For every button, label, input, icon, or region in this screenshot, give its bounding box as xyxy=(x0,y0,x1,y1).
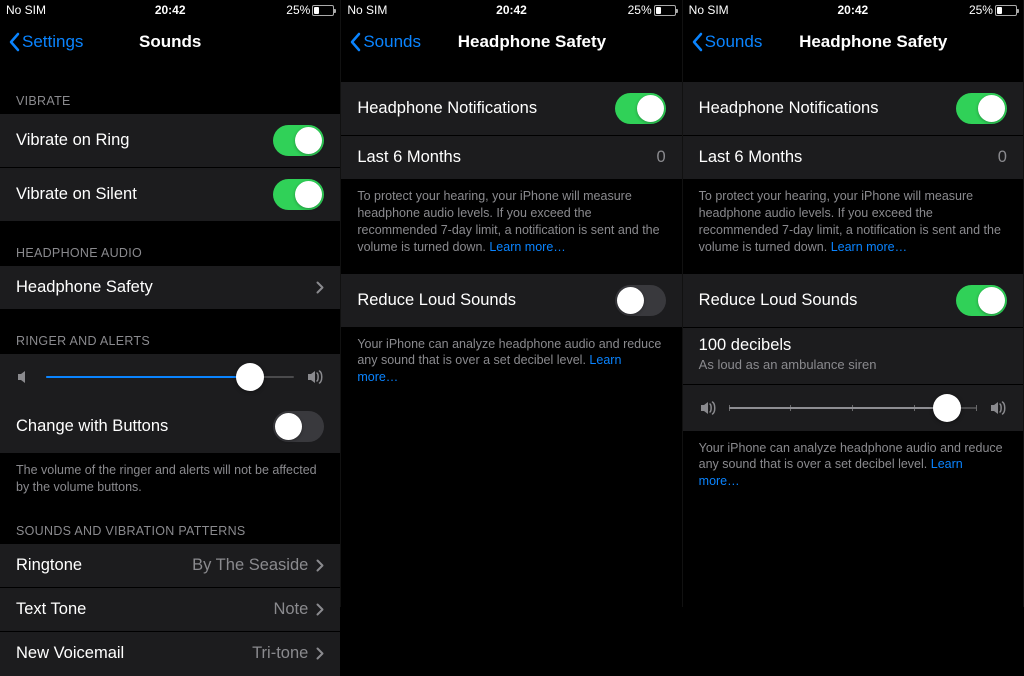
panel-headphone-safety-off: No SIM 20:42 25% Sounds Headphone Safety… xyxy=(341,0,682,607)
cell-value: 0 xyxy=(656,148,665,167)
toggle-vibrate-ring[interactable] xyxy=(273,125,324,156)
row-headphone-notifications[interactable]: Headphone Notifications xyxy=(341,82,681,136)
status-bar: No SIM 20:42 25% xyxy=(341,0,681,20)
panel-headphone-safety-on: No SIM 20:42 25% Sounds Headphone Safety… xyxy=(683,0,1024,607)
toggle-vibrate-silent[interactable] xyxy=(273,179,324,210)
cell-label: Last 6 Months xyxy=(357,148,461,167)
row-new-voicemail[interactable]: New Voicemail Tri-tone xyxy=(0,632,340,676)
cell-label: Headphone Notifications xyxy=(699,99,879,118)
chevron-right-icon xyxy=(316,281,324,294)
row-reduce-loud-sounds[interactable]: Reduce Loud Sounds xyxy=(683,274,1023,328)
decibel-title: 100 decibels xyxy=(699,336,1007,355)
battery-icon xyxy=(312,5,334,16)
footer-notifications: To protect your hearing, your iPhone wil… xyxy=(341,180,681,260)
cell-label: Last 6 Months xyxy=(699,148,803,167)
panel-sounds: No SIM 20:42 25% Settings Sounds VIBRATE… xyxy=(0,0,341,607)
status-time: 20:42 xyxy=(496,3,527,17)
toggle-headphone-notifications[interactable] xyxy=(615,93,666,124)
chevron-right-icon xyxy=(316,603,324,616)
status-sim: No SIM xyxy=(347,3,407,17)
chevron-left-icon xyxy=(691,32,703,52)
section-header-headphone-audio: HEADPHONE AUDIO xyxy=(0,222,340,266)
cell-label: Headphone Safety xyxy=(16,278,153,297)
section-header-patterns: SOUNDS AND VIBRATION PATTERNS xyxy=(0,500,340,544)
learn-more-link[interactable]: Learn more… xyxy=(489,240,565,254)
decibel-subtitle: As loud as an ambulance siren xyxy=(699,357,1007,372)
cell-value: 0 xyxy=(998,148,1007,167)
row-last-6-months[interactable]: Last 6 Months 0 xyxy=(683,136,1023,180)
page-title: Sounds xyxy=(139,32,201,52)
cell-label: Text Tone xyxy=(16,600,86,619)
status-battery: 25% xyxy=(274,3,334,17)
back-button[interactable]: Sounds xyxy=(349,32,421,52)
learn-more-link[interactable]: Learn more… xyxy=(831,240,907,254)
back-button[interactable]: Settings xyxy=(8,32,83,52)
back-label: Settings xyxy=(22,32,83,52)
status-time: 20:42 xyxy=(837,3,868,17)
footer-notifications: To protect your hearing, your iPhone wil… xyxy=(683,180,1023,260)
decibel-slider[interactable] xyxy=(729,407,977,409)
footer-reduce: Your iPhone can analyze headphone audio … xyxy=(341,328,681,391)
row-change-with-buttons[interactable]: Change with Buttons xyxy=(0,400,340,454)
status-sim: No SIM xyxy=(689,3,749,17)
status-time: 20:42 xyxy=(155,3,186,17)
page-title: Headphone Safety xyxy=(799,32,947,52)
nav-bar: Settings Sounds xyxy=(0,20,340,64)
cell-label: Reduce Loud Sounds xyxy=(699,291,858,310)
cell-label: Reduce Loud Sounds xyxy=(357,291,516,310)
nav-bar: Sounds Headphone Safety xyxy=(341,20,681,64)
speaker-high-icon xyxy=(306,368,324,386)
cell-label: Vibrate on Ring xyxy=(16,131,129,150)
chevron-right-icon xyxy=(316,647,324,660)
speaker-low-icon xyxy=(699,399,717,417)
row-ringer-slider[interactable] xyxy=(0,354,340,400)
row-reduce-loud-sounds[interactable]: Reduce Loud Sounds xyxy=(341,274,681,328)
status-sim: No SIM xyxy=(6,3,66,17)
cell-label: Headphone Notifications xyxy=(357,99,537,118)
back-button[interactable]: Sounds xyxy=(691,32,763,52)
speaker-low-icon xyxy=(16,368,34,386)
row-ringtone[interactable]: Ringtone By The Seaside xyxy=(0,544,340,588)
status-battery: 25% xyxy=(616,3,676,17)
speaker-high-icon xyxy=(989,399,1007,417)
status-bar: No SIM 20:42 25% xyxy=(0,0,340,20)
cell-label: Ringtone xyxy=(16,556,82,575)
footer-ringer: The volume of the ringer and alerts will… xyxy=(0,454,340,500)
toggle-reduce-loud-sounds[interactable] xyxy=(956,285,1007,316)
row-last-6-months[interactable]: Last 6 Months 0 xyxy=(341,136,681,180)
status-battery: 25% xyxy=(957,3,1017,17)
toggle-change-with-buttons[interactable] xyxy=(273,411,324,442)
toggle-headphone-notifications[interactable] xyxy=(956,93,1007,124)
section-header-vibrate: VIBRATE xyxy=(0,64,340,114)
row-headphone-notifications[interactable]: Headphone Notifications xyxy=(683,82,1023,136)
page-title: Headphone Safety xyxy=(458,32,606,52)
row-decibel-value: 100 decibels As loud as an ambulance sir… xyxy=(683,328,1023,385)
cell-label: Vibrate on Silent xyxy=(16,185,137,204)
section-header-ringer-alerts: RINGER AND ALERTS xyxy=(0,310,340,354)
ringer-volume-slider[interactable] xyxy=(46,376,294,378)
cell-label: Change with Buttons xyxy=(16,417,168,436)
row-text-tone[interactable]: Text Tone Note xyxy=(0,588,340,632)
back-label: Sounds xyxy=(705,32,763,52)
row-headphone-safety[interactable]: Headphone Safety xyxy=(0,266,340,310)
nav-bar: Sounds Headphone Safety xyxy=(683,20,1023,64)
battery-icon xyxy=(654,5,676,16)
footer-reduce: Your iPhone can analyze headphone audio … xyxy=(683,432,1023,495)
battery-icon xyxy=(995,5,1017,16)
row-decibel-slider[interactable] xyxy=(683,385,1023,432)
row-vibrate-silent[interactable]: Vibrate on Silent xyxy=(0,168,340,222)
status-bar: No SIM 20:42 25% xyxy=(683,0,1023,20)
chevron-left-icon xyxy=(8,32,20,52)
chevron-left-icon xyxy=(349,32,361,52)
chevron-right-icon xyxy=(316,559,324,572)
row-vibrate-ring[interactable]: Vibrate on Ring xyxy=(0,114,340,168)
cell-label: New Voicemail xyxy=(16,644,124,663)
back-label: Sounds xyxy=(363,32,421,52)
toggle-reduce-loud-sounds[interactable] xyxy=(615,285,666,316)
